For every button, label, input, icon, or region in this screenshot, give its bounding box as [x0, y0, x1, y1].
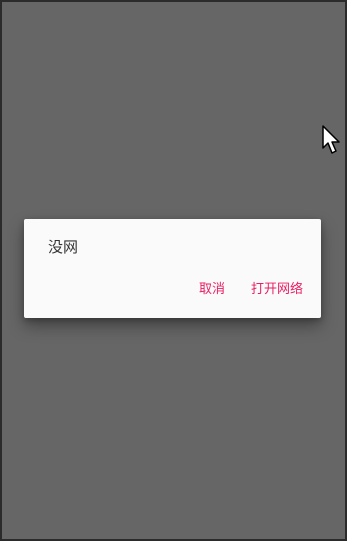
mouse-pointer-icon: [322, 125, 340, 154]
dialog-actions: 取消 打开网络: [199, 281, 303, 299]
screen-overlay: 没网 取消 打开网络: [0, 0, 347, 541]
dialog-message: 没网: [48, 238, 79, 256]
open-network-button[interactable]: 打开网络: [251, 281, 303, 299]
cancel-button[interactable]: 取消: [199, 281, 225, 299]
no-network-dialog: 没网 取消 打开网络: [24, 219, 321, 318]
